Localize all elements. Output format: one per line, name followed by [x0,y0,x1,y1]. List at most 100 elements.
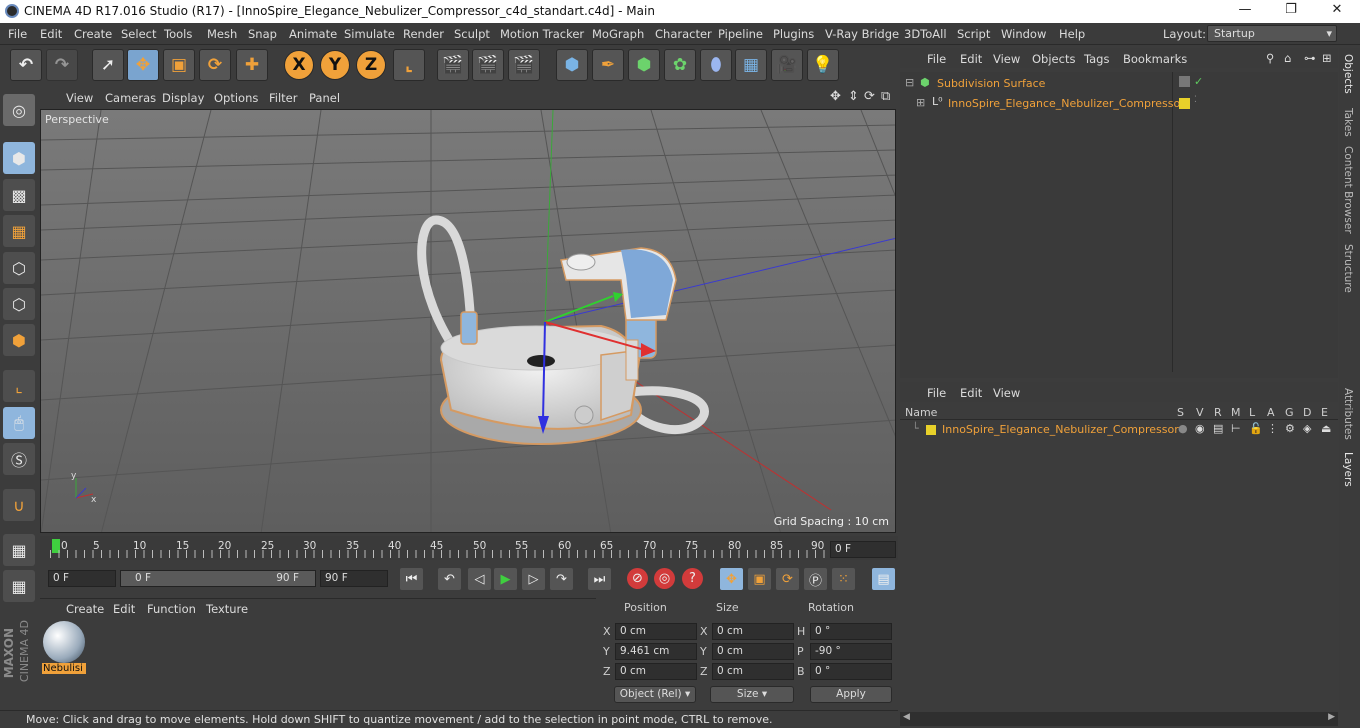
timeline-window-button[interactable]: ▤ [872,568,895,590]
objects-menu-objects[interactable]: Objects [1032,52,1075,66]
scroll-left-icon[interactable]: ◀ [903,712,910,722]
timeline[interactable]: 0 5 10 15 20 25 30 35 40 45 50 55 60 65 … [40,536,898,560]
animation-toggle-icon[interactable]: ⋮ [1267,422,1278,435]
column-animation[interactable]: A [1267,406,1275,419]
layer-color-tag[interactable] [1179,98,1190,109]
key-rotation-button[interactable]: ⟳ [776,568,799,590]
key-position-button[interactable]: ✥ [720,568,743,590]
keyframe-selection-button[interactable]: ? [682,568,703,589]
start-frame-field[interactable]: 0 F [48,570,116,587]
objects-menu-tags[interactable]: Tags [1084,52,1109,66]
column-solo[interactable]: S [1177,406,1184,419]
menu-vray-bridge[interactable]: V-Ray Bridge [825,27,899,41]
objects-menu-file[interactable]: File [927,52,946,66]
lock-toggle-icon[interactable]: 🔓 [1249,422,1263,435]
view-toggle-icon[interactable]: ◉ [1195,422,1205,435]
points-mode-button[interactable]: ⬡ [3,252,35,284]
camera-button[interactable]: 🎥 [771,49,803,81]
size-x-field[interactable]: 0 cm [712,623,794,640]
deformer-button[interactable]: ⬮ [700,49,732,81]
redo-button[interactable]: ↷ [46,49,78,81]
pos-x-field[interactable]: 0 cm [615,623,697,640]
cube-object-button[interactable]: ⬢ [556,49,588,81]
column-locked[interactable]: L [1249,406,1255,419]
viewport-menu-options[interactable]: Options [214,91,258,105]
menu-mograph[interactable]: MoGraph [592,27,644,41]
viewport-move-icon[interactable]: ✥ [830,89,841,104]
rot-p-field[interactable]: -90 ° [810,643,892,660]
size-z-field[interactable]: 0 cm [712,663,794,680]
cloner-button[interactable]: ✿ [664,49,696,81]
key-pla-button[interactable]: ⁙ [832,568,855,590]
menu-snap[interactable]: Snap [248,27,277,41]
collapse-icon[interactable]: ⊟ [905,76,914,89]
y-axis-lock-button[interactable]: Y [320,50,350,80]
current-frame-field[interactable]: 0 F [830,541,896,558]
objects-menu-view[interactable]: View [993,52,1020,66]
edges-mode-button[interactable]: ⬡ [3,288,35,320]
render-toggle-icon[interactable]: ▤ [1213,422,1223,435]
viewport-zoom-icon[interactable]: ⇕ [848,89,859,104]
coordinate-system-button[interactable]: ⌞ [393,49,425,81]
home-icon[interactable]: ⌂ [1284,51,1291,65]
maximize-button[interactable]: ❐ [1268,2,1314,21]
render-picture-viewer-button[interactable]: 🎬 [472,49,504,81]
key-param-button[interactable]: Ⓟ [804,568,827,590]
material-menu-edit[interactable]: Edit [113,602,135,616]
column-render[interactable]: R [1214,406,1222,419]
menu-3dtoall[interactable]: 3DToAll [904,27,947,41]
layer-color-swatch[interactable] [926,425,936,435]
workplane-lock-button[interactable]: ▦ [3,534,35,566]
polygons-mode-button[interactable]: ⬢ [3,324,35,356]
pen-spline-button[interactable]: ✒ [592,49,624,81]
expand-icon[interactable]: ⊞ [916,96,925,109]
recent-tools-button[interactable]: ✚ [236,49,268,81]
viewport-menu-cameras[interactable]: Cameras [105,91,156,105]
object-name[interactable]: Subdivision Surface [937,77,1045,90]
column-deformers[interactable]: D [1303,406,1311,419]
layer-row[interactable]: └ InnoSpire_Elegance_Nebulizer_Compresso… [900,422,1338,438]
end-frame-field[interactable]: 90 F [320,570,388,587]
key-scale-button[interactable]: ▣ [748,568,771,590]
light-button[interactable]: 💡 [807,49,839,81]
z-axis-lock-button[interactable]: Z [356,50,386,80]
column-expressions[interactable]: E [1321,406,1328,419]
tweak-mode-button[interactable]: 🖱 [3,407,35,439]
next-key-button[interactable]: ↷ [550,568,573,590]
viewport-menu-view[interactable]: View [66,91,93,105]
goto-end-button[interactable]: ⏭ [588,568,611,590]
subdivision-surface-button[interactable]: ⬢ [628,49,660,81]
menu-motion-tracker[interactable]: Motion Tracker [500,27,584,41]
generator-toggle-icon[interactable]: ⚙ [1285,422,1295,435]
objects-menu-bookmarks[interactable]: Bookmarks [1123,52,1187,66]
rot-b-field[interactable]: 0 ° [810,663,892,680]
autokey-button[interactable]: ◎ [654,568,675,589]
menu-sculpt[interactable]: Sculpt [454,27,490,41]
minimize-button[interactable]: — [1222,2,1268,21]
menu-script[interactable]: Script [957,27,990,41]
menu-simulate[interactable]: Simulate [344,27,395,41]
scale-tool-button[interactable]: ▣ [163,49,195,81]
menu-file[interactable]: File [8,27,27,41]
material-menu-function[interactable]: Function [147,602,196,616]
column-view[interactable]: V [1196,406,1204,419]
goto-start-button[interactable]: ⏮ [400,568,423,590]
texture-mode-button[interactable]: ▩ [3,179,35,211]
menu-edit[interactable]: Edit [40,27,62,41]
viewport-menu-panel[interactable]: Panel [309,91,340,105]
menu-pipeline[interactable]: Pipeline [718,27,763,41]
horizontal-scrollbar[interactable]: ◀ ▶ [900,712,1338,726]
menu-mesh[interactable]: Mesh [207,27,237,41]
solo-toggle-icon[interactable]: ● [1178,422,1188,435]
expression-toggle-icon[interactable]: ⏏ [1321,422,1331,435]
material-swatch[interactable]: Nebulisi [42,621,86,679]
enabled-check-icon[interactable]: ✓ [1194,75,1203,88]
layers-menu-view[interactable]: View [993,386,1020,400]
visibility-toggle-icon[interactable] [1179,76,1190,87]
tab-layers[interactable]: Layers [1342,452,1354,487]
column-generators[interactable]: G [1285,406,1294,419]
new-panel-icon[interactable]: ⊞ [1322,51,1332,65]
layer-name[interactable]: InnoSpire_Elegance_Nebulizer_Compressor [942,423,1179,436]
render-view-button[interactable]: 🎬 [437,49,469,81]
tab-takes[interactable]: Takes [1342,108,1354,137]
